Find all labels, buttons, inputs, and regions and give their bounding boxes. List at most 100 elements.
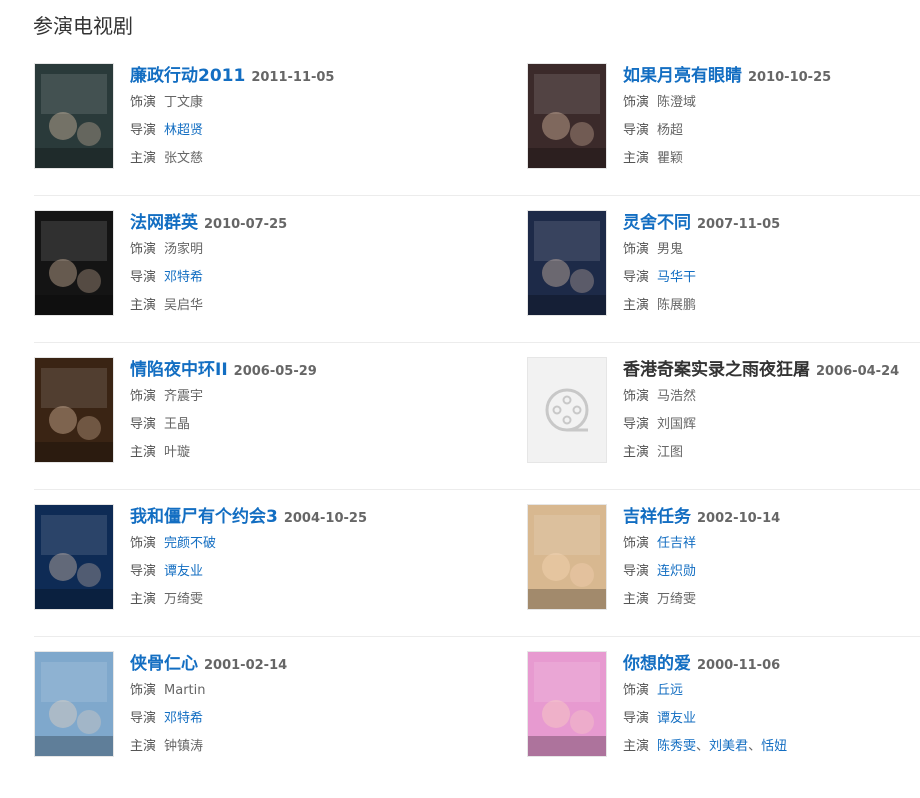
role-name[interactable]: 丘远 (657, 683, 683, 698)
drama-item: 香港奇案实录之雨夜狂屠 2006-04-24 饰演 马浩然 导演 刘国辉 主演 江图 (527, 357, 920, 463)
director-name: 刘国辉 (657, 417, 697, 432)
drama-info: 侠骨仁心 2001-02-14 饰演 Martin 导演 邓特希 主演 钟镇涛 (130, 651, 470, 761)
star-label: 主演 (623, 445, 650, 460)
role-label: 饰演 (130, 242, 157, 257)
drama-title[interactable]: 侠骨仁心 (130, 654, 198, 674)
role-label: 饰演 (623, 242, 650, 257)
release-date: 2006-05-29 (233, 364, 317, 379)
director-name[interactable]: 谭友业 (164, 564, 203, 579)
drama-info: 我和僵尸有个约会3 2004-10-25 饰演 完颜不破 导演 谭友业 主演 万绮雯 (130, 504, 470, 614)
star-name: 瞿颖 (657, 151, 684, 166)
drama-title[interactable]: 灵舍不同 (623, 213, 691, 233)
director-name[interactable]: 连炽勋 (657, 564, 696, 579)
role-line: 饰演 完颜不破 (130, 530, 470, 558)
title-line: 如果月亮有眼睛 2010-10-25 (623, 63, 920, 89)
role-line: 饰演 Martin (130, 677, 470, 705)
star-name: 万绮雯 (164, 592, 204, 607)
drama-item: 吉祥任务 2002-10-14 饰演 任吉祥 导演 连炽勋 主演 万绮雯 (527, 504, 920, 610)
role-name[interactable]: 任吉祥 (657, 536, 696, 551)
director-line: 导演 谭友业 (623, 705, 920, 733)
drama-item: 你想的爱 2000-11-06 饰演 丘远 导演 谭友业 主演 陈秀雯、刘美君、恬妞 (527, 651, 920, 757)
role-label: 饰演 (623, 95, 650, 110)
star-line: 主演 张文慈 (130, 145, 470, 173)
drama-title[interactable]: 你想的爱 (623, 654, 691, 674)
director-name[interactable]: 林超贤 (164, 123, 203, 138)
star-label: 主演 (623, 739, 650, 754)
drama-item: 我和僵尸有个约会3 2004-10-25 饰演 完颜不破 导演 谭友业 主演 万绮雯 (34, 504, 434, 610)
drama-title[interactable]: 法网群英 (130, 213, 198, 233)
drama-info: 情陷夜中环II 2006-05-29 饰演 齐震宇 导演 王晶 主演 叶璇 (130, 357, 470, 467)
drama-item: 灵舍不同 2007-11-05 饰演 男鬼 导演 马华干 主演 陈展鹏 (527, 210, 920, 316)
poster-image[interactable] (527, 63, 607, 169)
director-label: 导演 (130, 417, 157, 432)
role-line: 饰演 马浩然 (623, 383, 920, 411)
release-date: 2001-02-14 (204, 658, 288, 673)
drama-title[interactable]: 我和僵尸有个约会3 (130, 507, 278, 527)
release-date: 2006-04-24 (816, 364, 900, 379)
star-name[interactable]: 刘美君 (709, 739, 748, 754)
drama-title[interactable]: 如果月亮有眼睛 (623, 66, 742, 86)
role-name: 汤家明 (164, 242, 204, 257)
tv-drama-list: 廉政行动2011 2011-11-05 饰演 丁文康 导演 林超贤 主演 张文慈 如果月亮有眼睛… (34, 63, 920, 798)
release-date: 2010-10-25 (748, 70, 832, 85)
director-line: 导演 邓特希 (130, 705, 470, 733)
star-name[interactable]: 陈秀雯 (657, 739, 696, 754)
star-label: 主演 (130, 445, 157, 460)
director-name[interactable]: 谭友业 (657, 711, 696, 726)
drama-info: 廉政行动2011 2011-11-05 饰演 丁文康 导演 林超贤 主演 张文慈 (130, 63, 470, 173)
title-line: 灵舍不同 2007-11-05 (623, 210, 920, 236)
star-name: 万绮雯 (657, 592, 697, 607)
drama-info: 香港奇案实录之雨夜狂屠 2006-04-24 饰演 马浩然 导演 刘国辉 主演 江图 (623, 357, 920, 467)
role-line: 饰演 丁文康 (130, 89, 470, 117)
role-label: 饰演 (623, 683, 650, 698)
director-name[interactable]: 邓特希 (164, 711, 203, 726)
drama-item: 侠骨仁心 2001-02-14 饰演 Martin 导演 邓特希 主演 钟镇涛 (34, 651, 434, 757)
star-name: 叶璇 (164, 445, 191, 460)
director-line: 导演 马华干 (623, 264, 920, 292)
release-date: 2010-07-25 (204, 217, 288, 232)
poster-image[interactable] (527, 504, 607, 610)
title-line: 侠骨仁心 2001-02-14 (130, 651, 470, 677)
star-line: 主演 江图 (623, 439, 920, 467)
poster-image[interactable] (34, 210, 114, 316)
poster-image[interactable] (34, 63, 114, 169)
star-separator: 、 (748, 739, 762, 754)
director-line: 导演 林超贤 (130, 117, 470, 145)
role-line: 饰演 任吉祥 (623, 530, 920, 558)
star-name: 江图 (657, 445, 684, 460)
title-line: 廉政行动2011 2011-11-05 (130, 63, 470, 89)
star-line: 主演 钟镇涛 (130, 733, 470, 761)
role-line: 饰演 丘远 (623, 677, 920, 705)
drama-info: 灵舍不同 2007-11-05 饰演 男鬼 导演 马华干 主演 陈展鹏 (623, 210, 920, 320)
director-name[interactable]: 邓特希 (164, 270, 203, 285)
director-line: 导演 王晶 (130, 411, 470, 439)
director-label: 导演 (623, 711, 650, 726)
title-line: 你想的爱 2000-11-06 (623, 651, 920, 677)
director-name[interactable]: 马华干 (657, 270, 696, 285)
list-row: 侠骨仁心 2001-02-14 饰演 Martin 导演 邓特希 主演 钟镇涛 你想的爱 2000… (34, 651, 920, 798)
row-divider (34, 489, 920, 490)
director-label: 导演 (623, 564, 650, 579)
star-label: 主演 (623, 151, 650, 166)
star-name[interactable]: 恬妞 (761, 739, 787, 754)
role-label: 饰演 (130, 389, 157, 404)
role-name: 马浩然 (657, 389, 697, 404)
title-line: 情陷夜中环II 2006-05-29 (130, 357, 470, 383)
poster-image[interactable] (527, 651, 607, 757)
title-line: 我和僵尸有个约会3 2004-10-25 (130, 504, 470, 530)
drama-title[interactable]: 吉祥任务 (623, 507, 691, 527)
poster-image[interactable] (34, 357, 114, 463)
poster-image[interactable] (34, 651, 114, 757)
drama-title[interactable]: 情陷夜中环II (130, 360, 228, 380)
director-label: 导演 (130, 270, 157, 285)
role-name[interactable]: 完颜不破 (164, 536, 216, 551)
release-date: 2011-11-05 (251, 70, 335, 85)
poster-image[interactable] (34, 504, 114, 610)
director-line: 导演 连炽勋 (623, 558, 920, 586)
director-line: 导演 杨超 (623, 117, 920, 145)
title-line: 吉祥任务 2002-10-14 (623, 504, 920, 530)
drama-title[interactable]: 廉政行动2011 (130, 66, 245, 86)
drama-info: 吉祥任务 2002-10-14 饰演 任吉祥 导演 连炽勋 主演 万绮雯 (623, 504, 920, 614)
poster-image[interactable] (527, 210, 607, 316)
director-line: 导演 刘国辉 (623, 411, 920, 439)
